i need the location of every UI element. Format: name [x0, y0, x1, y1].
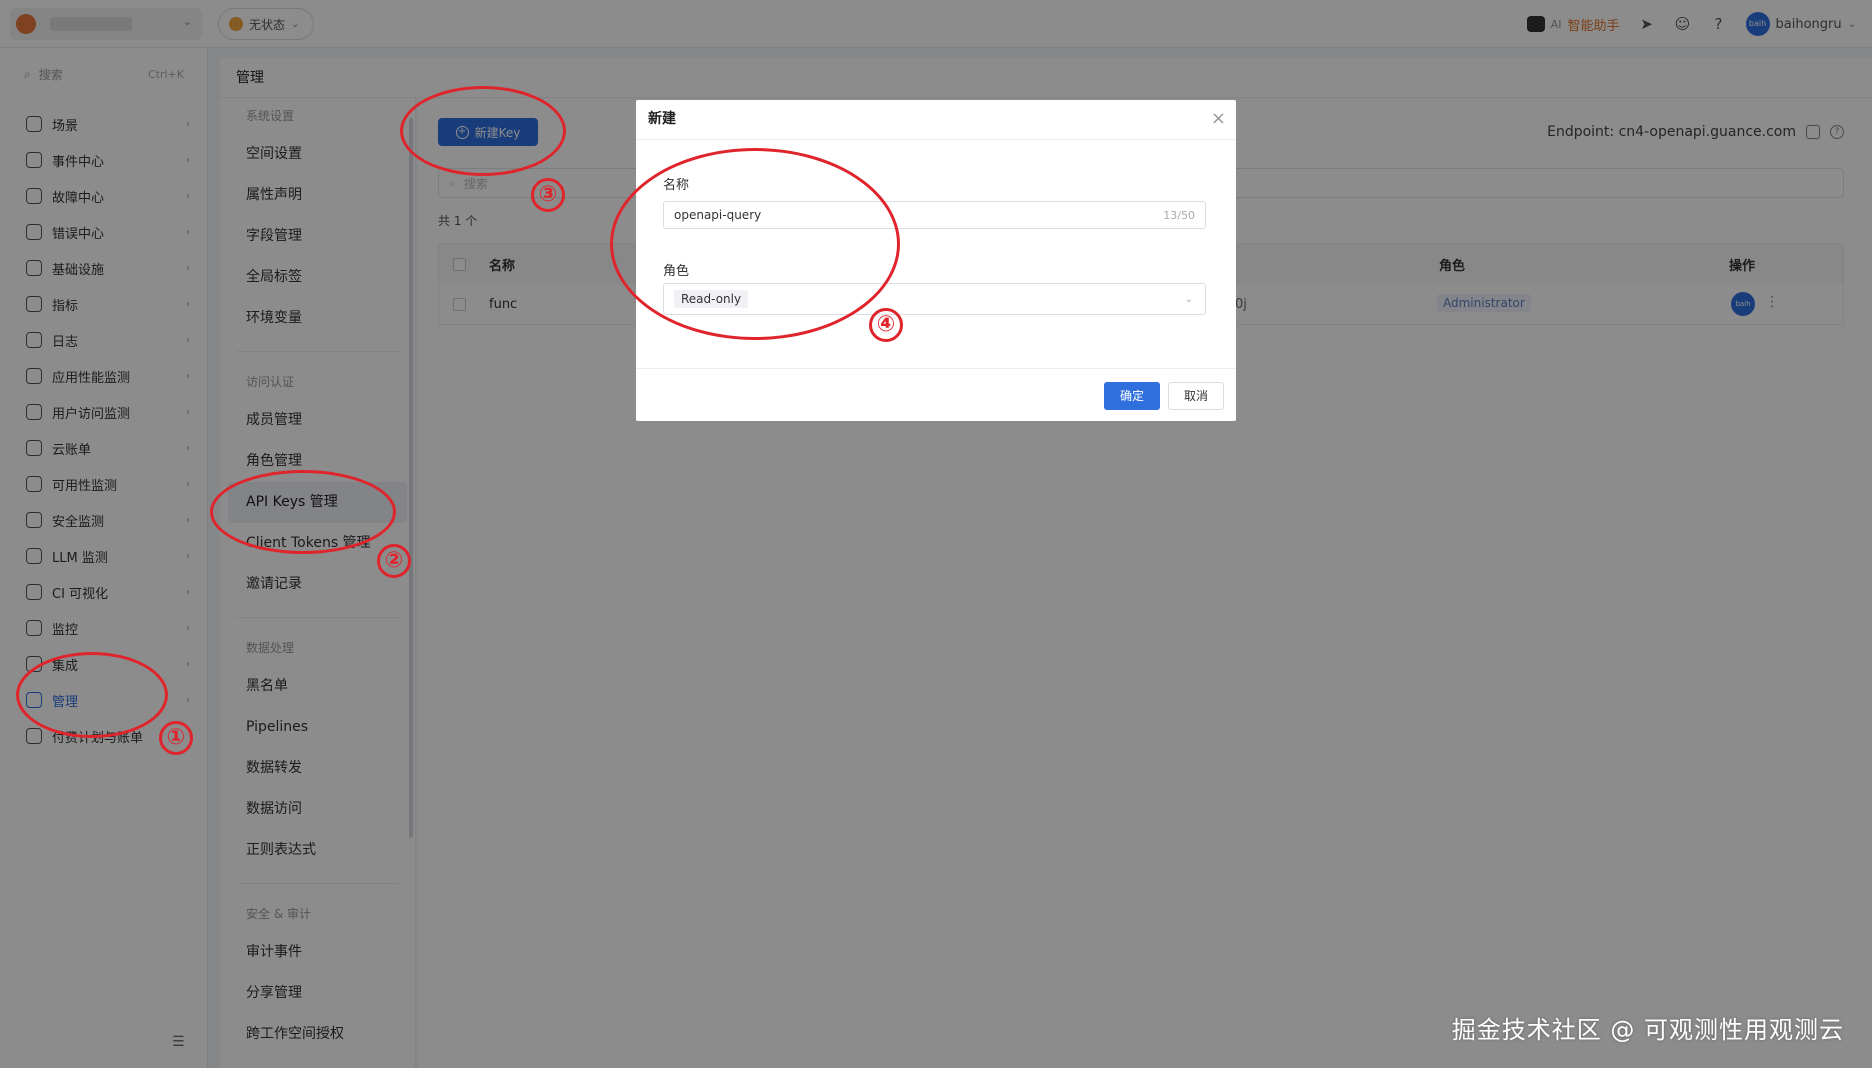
close-icon[interactable]: ×	[1211, 100, 1226, 138]
annotation-circle-api-keys	[210, 470, 396, 554]
cancel-button[interactable]: 取消	[1168, 382, 1224, 410]
annotation-number-1: ①	[159, 721, 193, 755]
character-count: 13/50	[1163, 208, 1195, 222]
annotation-number-2: ②	[377, 544, 411, 578]
modal-header: 新建 ×	[636, 100, 1236, 140]
annotation-circle-management	[16, 652, 168, 738]
modal-title: 新建	[648, 111, 676, 127]
annotation-number-3: ③	[531, 178, 565, 212]
annotation-circle-new-key	[400, 86, 566, 176]
chevron-down-icon: ⌄	[1184, 293, 1193, 305]
annotation-circle-form	[610, 148, 900, 340]
watermark: 掘金技术社区 @ 可观测性用观测云	[1451, 1016, 1844, 1044]
confirm-button[interactable]: 确定	[1104, 382, 1160, 410]
annotation-number-4: ④	[869, 308, 903, 342]
modal-footer: 确定 取消	[636, 368, 1236, 421]
